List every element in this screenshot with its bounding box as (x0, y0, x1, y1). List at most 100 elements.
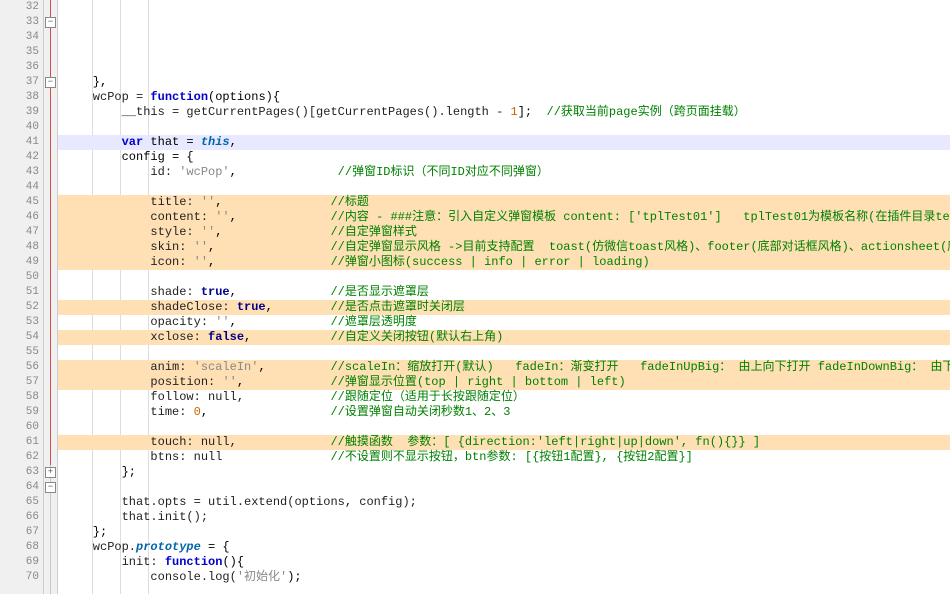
line-number[interactable]: 46 (0, 210, 39, 225)
code-line[interactable]: btns: null //不设置则不显示按钮，btn参数: [{按钮1配置}, … (58, 450, 950, 465)
token: 'wcPop' (179, 165, 229, 179)
line-number[interactable]: 68 (0, 540, 39, 555)
line-number[interactable]: 43 (0, 165, 39, 180)
line-number[interactable]: 70 (0, 570, 39, 585)
line-number[interactable]: 47 (0, 225, 39, 240)
line-number[interactable]: 38 (0, 90, 39, 105)
code-line[interactable]: init: function(){ (58, 555, 950, 570)
fold-collapse-icon[interactable]: − (45, 77, 56, 88)
token: '' (222, 375, 236, 389)
line-number[interactable]: 59 (0, 405, 39, 420)
fold-collapse-icon[interactable]: − (45, 482, 56, 493)
line-number[interactable]: 45 (0, 195, 39, 210)
code-line[interactable]: icon: '', //弹窗小图标(success | info | error… (58, 255, 950, 270)
code-line[interactable]: skin: '', //自定弹窗显示风格 ->目前支持配置 toast(仿微信t… (58, 240, 950, 255)
fold-column[interactable]: − − + − (44, 0, 58, 594)
line-number[interactable]: 34 (0, 30, 39, 45)
token: __this = getCurrentPages()[getCurrentPag… (64, 105, 510, 119)
code-line[interactable]: title: '', //标题 (58, 195, 950, 210)
token: 0 (194, 405, 201, 419)
line-number[interactable]: 39 (0, 105, 39, 120)
line-number[interactable]: 33 (0, 15, 39, 30)
code-line[interactable]: id: 'wcPop', //弹窗ID标识（不同ID对应不同弹窗） (58, 165, 950, 180)
line-number[interactable]: 53 (0, 315, 39, 330)
line-number[interactable]: 52 (0, 300, 39, 315)
code-line[interactable]: __this = getCurrentPages()[getCurrentPag… (58, 105, 950, 120)
code-line[interactable]: time: 0, //设置弹窗自动关闭秒数1、2、3 (58, 405, 950, 420)
code-line[interactable]: opacity: '', //遮罩层透明度 (58, 315, 950, 330)
code-area[interactable]: }, wcPop = function(options){ __this = g… (58, 0, 950, 594)
token: , (230, 135, 237, 149)
code-line[interactable]: xclose: false, //自定义关闭按钮(默认右上角) (58, 330, 950, 345)
code-line[interactable]: }; (58, 525, 950, 540)
code-line[interactable] (58, 345, 950, 360)
line-number[interactable]: 67 (0, 525, 39, 540)
line-number[interactable]: 54 (0, 330, 39, 345)
line-number[interactable]: 32 (0, 0, 39, 15)
line-number[interactable]: 41 (0, 135, 39, 150)
line-number[interactable]: 36 (0, 60, 39, 75)
line-number[interactable]: 50 (0, 270, 39, 285)
token: = { (201, 540, 230, 554)
line-number[interactable]: 58 (0, 390, 39, 405)
line-number[interactable]: 48 (0, 240, 39, 255)
line-number[interactable]: 51 (0, 285, 39, 300)
code-line[interactable]: var that = this, (58, 135, 950, 150)
token: wcPop. (64, 540, 136, 554)
code-line[interactable]: }; (58, 465, 950, 480)
code-line[interactable]: that.opts = util.extend(options, config)… (58, 495, 950, 510)
code-line[interactable]: }, (58, 75, 950, 90)
line-number[interactable]: 65 (0, 495, 39, 510)
code-line[interactable]: shadeClose: true, //是否点击遮罩时关闭层 (58, 300, 950, 315)
token: xclose: (64, 330, 208, 344)
code-line[interactable] (58, 585, 950, 594)
code-line[interactable] (58, 420, 950, 435)
line-number[interactable]: 40 (0, 120, 39, 135)
code-line[interactable]: shade: true, //是否显示遮罩层 (58, 285, 950, 300)
line-number[interactable]: 44 (0, 180, 39, 195)
line-number[interactable]: 61 (0, 435, 39, 450)
line-number[interactable]: 66 (0, 510, 39, 525)
line-number[interactable]: 55 (0, 345, 39, 360)
code-line[interactable] (58, 270, 950, 285)
line-number[interactable]: 57 (0, 375, 39, 390)
line-number[interactable]: 37 (0, 75, 39, 90)
fold-collapse-icon[interactable]: − (45, 17, 56, 28)
code-line[interactable]: config = { (58, 150, 950, 165)
code-line[interactable]: wcPop.prototype = { (58, 540, 950, 555)
code-line[interactable]: that.init(); (58, 510, 950, 525)
code-line[interactable]: touch: null, //触摸函数 参数：[ {direction:'lef… (58, 435, 950, 450)
token: prototype (136, 540, 201, 554)
code-line[interactable]: follow: null, //跟随定位（适用于长按跟随定位） (58, 390, 950, 405)
line-number[interactable]: 62 (0, 450, 39, 465)
token: //标题 (330, 195, 368, 209)
token: , (258, 360, 330, 374)
token: //自定弹窗样式 (330, 225, 416, 239)
code-line[interactable]: content: '', //内容 - ###注意：引入自定义弹窗模板 cont… (58, 210, 950, 225)
line-number[interactable]: 56 (0, 360, 39, 375)
line-number[interactable]: 49 (0, 255, 39, 270)
code-line[interactable] (58, 180, 950, 195)
line-number[interactable]: 42 (0, 150, 39, 165)
token: '' (201, 195, 215, 209)
line-number-gutter[interactable]: 3233343536373839404142434445464748495051… (0, 0, 44, 594)
line-number[interactable]: 60 (0, 420, 39, 435)
code-line[interactable]: style: '', //自定弹窗样式 (58, 225, 950, 240)
code-line[interactable]: anim: 'scaleIn', //scaleIn：缩放打开(默认) fade… (58, 360, 950, 375)
token: //弹窗小图标(success | info | error | loading… (330, 255, 649, 269)
token: //遮罩层透明度 (330, 315, 416, 329)
fold-expand-icon[interactable]: + (45, 467, 56, 478)
line-number[interactable]: 35 (0, 45, 39, 60)
code-line[interactable]: console.log('初始化'); (58, 570, 950, 585)
token: this (201, 135, 230, 149)
code-line[interactable]: position: '', //弹窗显示位置(top | right | bot… (58, 375, 950, 390)
line-number[interactable]: 64 (0, 480, 39, 495)
code-line[interactable] (58, 120, 950, 135)
token: //触摸函数 参数：[ {direction:'left|right|up|do… (330, 435, 760, 449)
token: skin: (64, 240, 194, 254)
code-line[interactable]: wcPop = function(options){ (58, 90, 950, 105)
token: '' (194, 255, 208, 269)
line-number[interactable]: 63 (0, 465, 39, 480)
code-line[interactable] (58, 480, 950, 495)
line-number[interactable]: 69 (0, 555, 39, 570)
